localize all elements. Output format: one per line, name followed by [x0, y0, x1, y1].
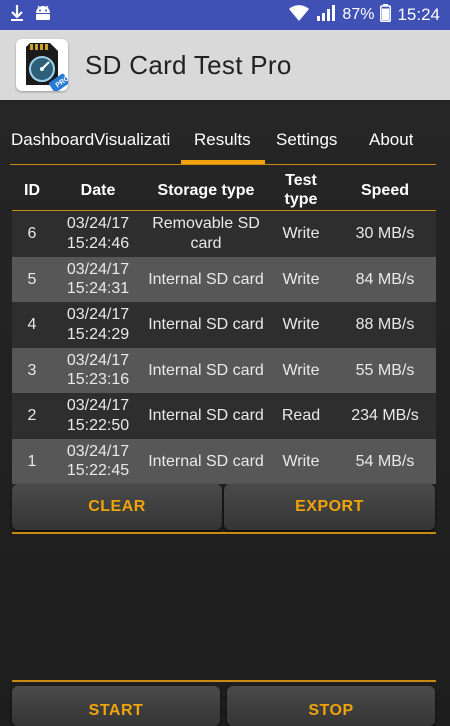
cell-speed: 234 MB/s	[351, 407, 419, 424]
export-button[interactable]: EXPORT	[224, 484, 435, 530]
cell-test-type: Write	[282, 452, 320, 470]
active-tab-indicator	[181, 160, 265, 164]
tab-dashboard[interactable]: Dashboard	[11, 130, 94, 150]
stop-button[interactable]: STOP	[227, 686, 435, 726]
cell-storage: Internal SD card	[148, 361, 264, 379]
cell-date: 03/24/17 15:23:16	[66, 351, 130, 389]
cell-speed: 84 MB/s	[355, 270, 415, 288]
table-header: ID Date Storage type Test type Speed	[12, 170, 436, 211]
start-button[interactable]: START	[12, 686, 220, 726]
status-bar-left	[10, 4, 52, 27]
header-storage-type: Storage type	[157, 181, 255, 199]
cell-test-type: Read	[281, 407, 321, 424]
cell-date: 03/24/17 15:22:50	[66, 397, 130, 434]
clear-button[interactable]: CLEAR	[12, 484, 222, 530]
app-bar: PRO SD Card Test Pro	[0, 30, 450, 100]
cell-test-type: Write	[282, 316, 320, 333]
wifi-icon	[288, 4, 310, 27]
cell-storage: Removable SD card	[152, 215, 260, 252]
battery-icon	[380, 3, 392, 27]
status-bar: 87% 15:24	[0, 0, 450, 30]
cell-id: 3	[27, 361, 37, 379]
cell-id: 5	[27, 270, 37, 288]
table-row[interactable]: 1 03/24/17 15:22:45 Internal SD card Wri…	[12, 438, 436, 484]
cell-storage: Internal SD card	[148, 316, 264, 333]
cell-date: 03/24/17 15:24:31	[66, 260, 130, 298]
cell-storage: Internal SD card	[148, 452, 264, 470]
header-speed: Speed	[360, 181, 409, 199]
cell-speed: 88 MB/s	[355, 316, 415, 333]
table-row[interactable]: 4 03/24/17 15:24:29 Internal SD card Wri…	[12, 302, 436, 348]
cell-id: 2	[27, 407, 37, 424]
header-id: ID	[24, 181, 40, 199]
results-table: ID Date Storage type Test type Speed 6 0…	[12, 170, 436, 484]
cell-test-type: Write	[282, 225, 320, 242]
download-icon	[10, 4, 24, 27]
cell-storage: Internal SD card	[148, 270, 264, 288]
app-title: SD Card Test Pro	[85, 49, 292, 80]
header-date: Date	[80, 181, 116, 199]
tab-visualization[interactable]: Visualizati	[94, 130, 182, 150]
cell-test-type: Write	[282, 270, 320, 288]
clock: 15:24	[397, 5, 440, 24]
main-content: Dashboard Visualizati Results Settings A…	[0, 100, 450, 726]
cell-storage: Internal SD card	[148, 407, 264, 424]
table-row[interactable]: 2 03/24/17 15:22:50 Internal SD card Rea…	[12, 393, 436, 439]
tab-bar: Dashboard Visualizati Results Settings A…	[10, 118, 436, 165]
cell-test-type: Write	[282, 361, 320, 379]
cell-id: 6	[27, 225, 37, 242]
status-bar-right: 87% 15:24	[288, 3, 440, 27]
battery-percent: 87%	[342, 6, 375, 23]
cell-date: 03/24/17 15:24:29	[66, 306, 130, 343]
table-row[interactable]: 5 03/24/17 15:24:31 Internal SD card Wri…	[12, 256, 436, 302]
tab-settings[interactable]: Settings	[276, 130, 337, 150]
sd-card-speedometer-icon[interactable]: PRO	[16, 39, 68, 91]
cell-id: 1	[27, 452, 37, 470]
cell-date: 03/24/17 15:24:46	[66, 215, 130, 252]
signal-icon	[316, 4, 336, 27]
header-test-type: Test type	[284, 172, 318, 208]
android-icon	[34, 4, 52, 27]
cell-id: 4	[27, 316, 37, 333]
tab-about[interactable]: About	[369, 130, 413, 150]
cell-speed: 54 MB/s	[355, 452, 415, 470]
cell-speed: 30 MB/s	[355, 225, 415, 242]
table-row[interactable]: 6 03/24/17 15:24:46 Removable SD card Wr…	[12, 211, 436, 257]
divider	[12, 680, 436, 682]
cell-speed: 55 MB/s	[355, 361, 415, 379]
divider	[12, 532, 436, 534]
table-row[interactable]: 3 03/24/17 15:23:16 Internal SD card Wri…	[12, 347, 436, 393]
tab-results[interactable]: Results	[194, 130, 251, 150]
cell-date: 03/24/17 15:22:45	[66, 442, 130, 480]
